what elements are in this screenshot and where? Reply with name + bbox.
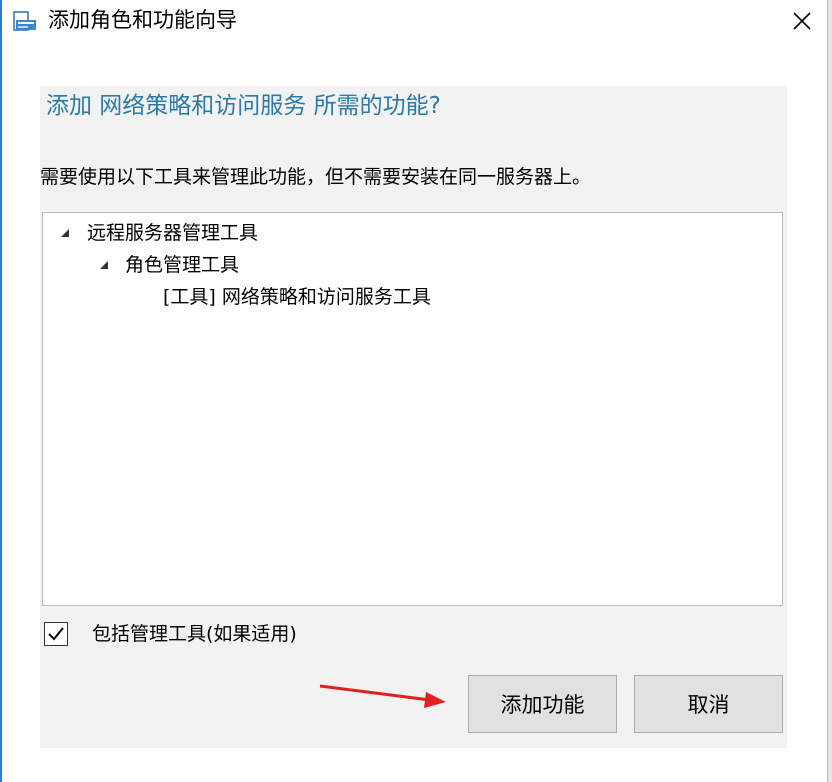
dialog-content: 添加 网络策略和访问服务 所需的功能? 需要使用以下工具来管理此功能，但不需要安… [40,86,787,748]
dialog-heading: 添加 网络策略和访问服务 所需的功能? [46,93,441,119]
dialog-window: 添加角色和功能向导 添加 网络策略和访问服务 所需的功能? 需要使用以下工具来管… [0,0,832,782]
app-wizard-icon [13,11,36,31]
annotation-arrow-icon [319,684,446,708]
title-bar: 添加角色和功能向导 [2,0,827,42]
close-button[interactable] [782,0,822,42]
checkmark-icon [48,627,64,641]
tree-item-nps-tools[interactable]: [工具] 网络策略和访问服务工具 [163,283,431,311]
expand-arrow-icon[interactable] [60,228,70,238]
window-left-border [0,0,2,782]
dialog-description: 需要使用以下工具来管理此功能，但不需要安装在同一服务器上。 [40,166,592,188]
required-tools-tree[interactable]: 远程服务器管理工具 角色管理工具 [工具] 网络策略和访问服务工具 [42,212,783,606]
background-window-edge [828,0,832,782]
include-tools-label[interactable]: 包括管理工具(如果适用) [92,618,297,650]
window-title: 添加角色和功能向导 [48,8,237,32]
expand-arrow-icon[interactable] [99,260,109,270]
cancel-button[interactable]: 取消 [634,675,783,733]
tree-item-remote-server-admin-tools[interactable]: 远程服务器管理工具 [87,219,258,247]
include-tools-checkbox[interactable] [44,622,68,646]
tree-item-role-admin-tools[interactable]: 角色管理工具 [125,251,239,279]
close-icon [793,12,811,30]
add-features-button[interactable]: 添加功能 [468,675,617,733]
include-tools-option[interactable]: 包括管理工具(如果适用) [44,618,444,650]
